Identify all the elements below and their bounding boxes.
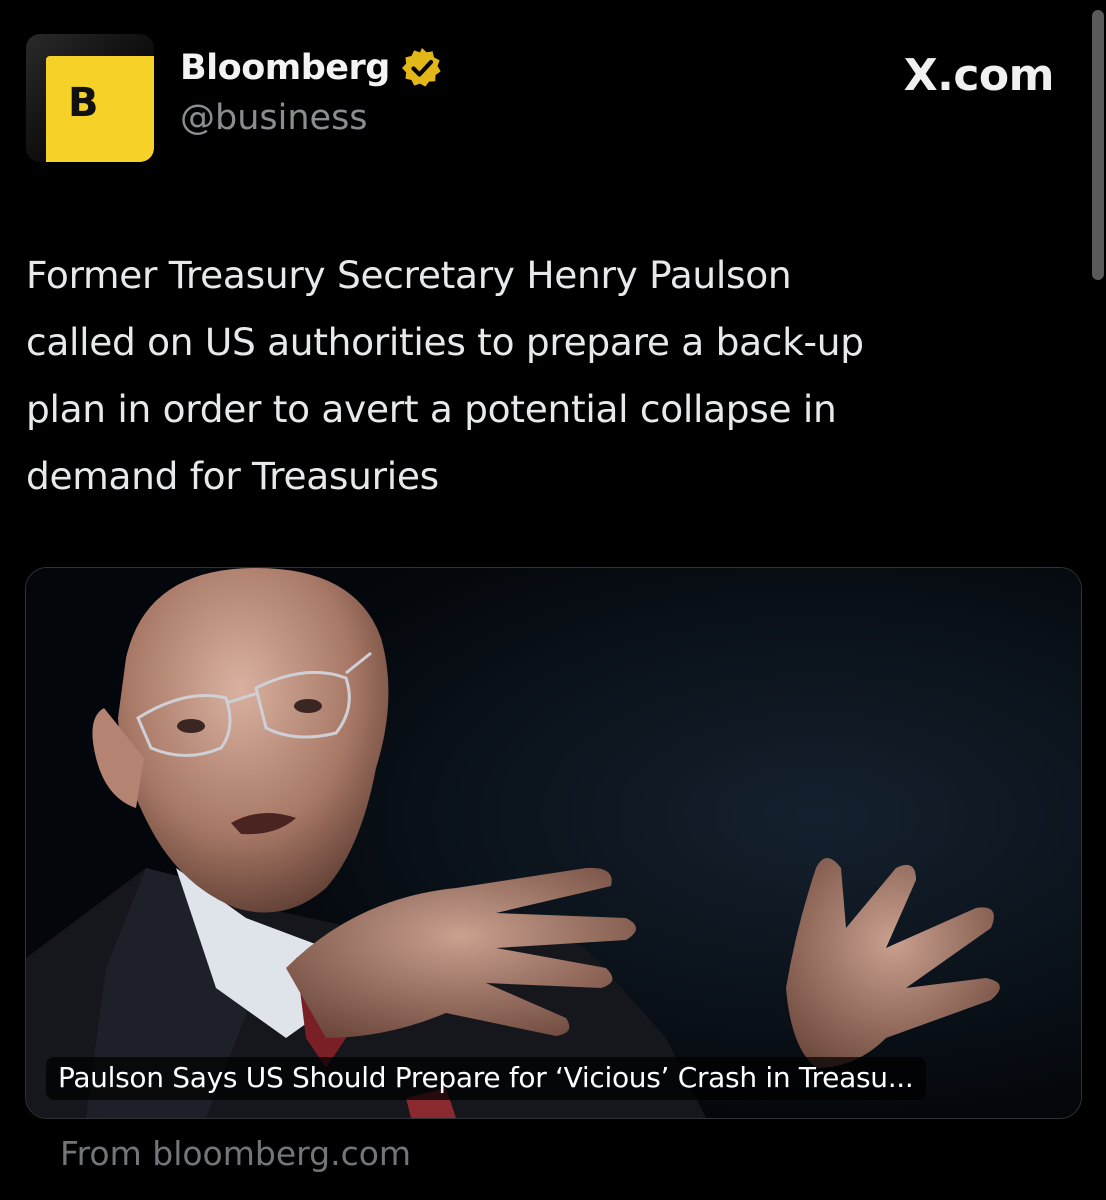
tweet-header: B Bloomberg @business [26, 34, 444, 164]
display-name[interactable]: Bloomberg [180, 48, 390, 88]
card-title-pill: Paulson Says US Should Prepare for ‘Vici… [46, 1057, 926, 1100]
tweet: B Bloomberg @business X.com Former Treas… [0, 0, 1106, 1200]
verified-badge-icon [401, 48, 441, 87]
card-title[interactable]: Paulson Says US Should Prepare for ‘Vici… [58, 1061, 914, 1094]
avatar-logo: B [46, 56, 154, 162]
name-row: Bloomberg [180, 46, 444, 90]
site-label: X.com [903, 50, 1055, 101]
link-source[interactable]: From bloomberg.com [60, 1134, 411, 1173]
handle[interactable]: @business [180, 98, 444, 138]
avatar-letter: B [68, 80, 99, 126]
author-names: Bloomberg @business [180, 46, 444, 138]
card-image [26, 568, 1081, 1118]
link-card[interactable]: Paulson Says US Should Prepare for ‘Vici… [25, 567, 1082, 1119]
tweet-text: Former Treasury Secretary Henry Paulson … [26, 253, 864, 498]
avatar[interactable]: B [26, 34, 154, 162]
scrollbar[interactable] [1092, 10, 1104, 280]
